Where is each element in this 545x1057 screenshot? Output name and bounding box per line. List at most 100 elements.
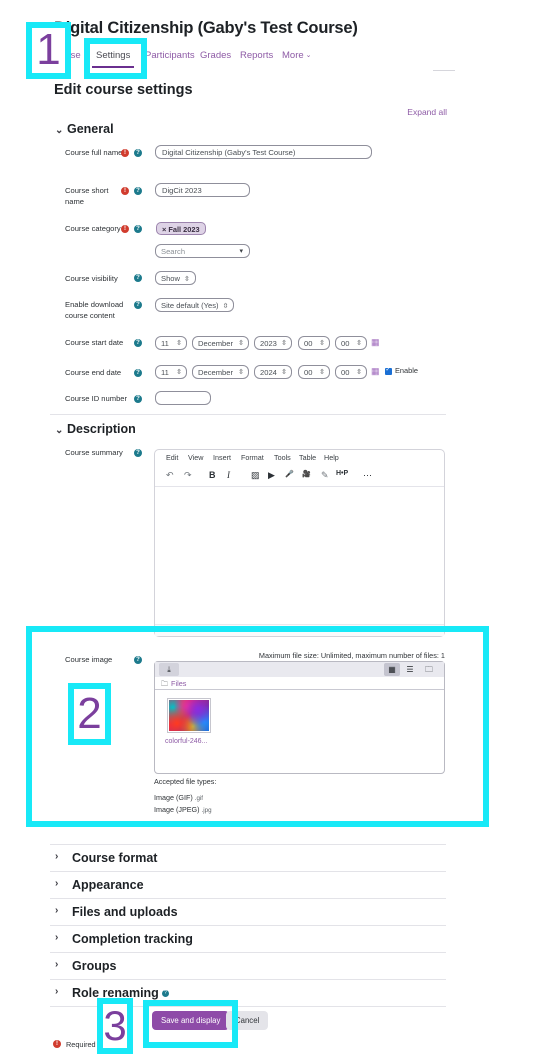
start-date-day-value: 11: [161, 339, 169, 348]
label-course-short-name: Course short name: [65, 186, 109, 206]
camera-icon[interactable]: 🎥: [302, 470, 311, 478]
help-icon[interactable]: ?: [134, 274, 142, 282]
help-icon[interactable]: ?: [134, 395, 142, 403]
section-appearance[interactable]: › Appearance: [50, 871, 446, 898]
end-date-enable-label: Enable: [395, 366, 419, 375]
course-category-search-placeholder: Search: [161, 247, 186, 256]
course-visibility-select[interactable]: Show ⇳: [155, 271, 196, 285]
editor-menu-help[interactable]: Help: [324, 453, 339, 462]
updown-arrows-icon: ⇳: [356, 369, 362, 376]
end-date-day-select[interactable]: 11 ⇳: [155, 365, 187, 379]
section-course-format[interactable]: › Course format: [50, 844, 446, 871]
updown-arrows-icon: ⇳: [281, 340, 287, 347]
updown-arrows-icon: ⇳: [176, 369, 182, 376]
course-category-search[interactable]: Search ▾: [155, 244, 250, 258]
help-icon[interactable]: ?: [134, 449, 142, 457]
tab-grades[interactable]: Grades: [200, 50, 231, 68]
help-icon[interactable]: ?: [134, 339, 142, 347]
section-groups[interactable]: › Groups: [50, 952, 446, 979]
help-icon[interactable]: ?: [161, 990, 169, 997]
end-date-day-value: 11: [161, 368, 169, 377]
section-groups-label: Groups: [72, 959, 117, 973]
chevron-right-icon: ›: [55, 851, 59, 862]
tab-more[interactable]: More ⌄: [282, 50, 312, 68]
tab-reports[interactable]: Reports: [240, 50, 273, 68]
course-id-number-input[interactable]: [155, 391, 211, 405]
annotation-2-number: 2: [77, 689, 102, 738]
end-date-month-value: December: [198, 368, 234, 377]
section-page-heading: Edit course settings: [54, 82, 193, 98]
editor-content-area[interactable]: [155, 488, 444, 624]
annotation-1-badge: 1: [26, 22, 71, 79]
video-embed-icon[interactable]: ▶: [268, 470, 275, 481]
end-date-hour-select[interactable]: 00 ⇳: [298, 365, 330, 379]
enable-download-value: Site default (Yes): [161, 301, 219, 310]
end-date-year-value: 2024: [260, 368, 277, 377]
editor-toolbar: ↶ ↷ B I ▨ ▶ 🎤 🎥 ✎ H•P ⋯: [155, 468, 444, 487]
course-short-name-input[interactable]: [155, 183, 250, 197]
chevron-right-icon: ›: [55, 959, 59, 970]
category-chip-fall-2023[interactable]: × Fall 2023: [156, 222, 206, 235]
microphone-icon[interactable]: 🎤: [285, 470, 294, 478]
end-date-enable-checkbox[interactable]: [385, 366, 392, 375]
annotation-1-highlight-settings-tab: [84, 38, 147, 79]
section-divider: [50, 414, 446, 415]
updown-arrows-icon: ⇳: [356, 340, 362, 347]
help-icon[interactable]: ?: [134, 187, 142, 195]
calendar-icon[interactable]: ▦: [371, 366, 380, 377]
italic-icon[interactable]: I: [227, 470, 230, 480]
calendar-icon[interactable]: ▦: [371, 337, 380, 348]
redo-icon[interactable]: ↷: [184, 470, 192, 481]
more-icon[interactable]: ⋯: [363, 470, 372, 481]
editor-menu-insert[interactable]: Insert: [213, 453, 231, 462]
start-date-day-select[interactable]: 11 ⇳: [155, 336, 187, 350]
expand-all-link[interactable]: Expand all: [407, 107, 447, 117]
undo-icon[interactable]: ↶: [166, 470, 174, 481]
updown-arrows-icon: ⇳: [319, 369, 325, 376]
end-date-month-select[interactable]: December ⇳: [192, 365, 249, 379]
course-full-name-input[interactable]: [155, 145, 372, 159]
label-course-visibility: Course visibility: [65, 274, 118, 283]
section-general-header[interactable]: ⌄ General: [55, 122, 114, 136]
course-summary-editor[interactable]: Edit View Insert Format Tools Table Help…: [154, 449, 445, 637]
section-completion-tracking-label: Completion tracking: [72, 932, 193, 946]
tab-reports-label: Reports: [240, 50, 274, 61]
start-date-month-select[interactable]: December ⇳: [192, 336, 249, 350]
annotation-3-badge: 3: [97, 998, 133, 1054]
section-files-and-uploads[interactable]: › Files and uploads: [50, 898, 446, 925]
editor-menu-tools[interactable]: Tools: [274, 453, 291, 462]
section-description-header[interactable]: ⌄ Description: [55, 422, 136, 436]
bold-icon[interactable]: B: [209, 470, 216, 480]
required-icon: !: [53, 1040, 61, 1048]
required-note: Required: [66, 1040, 96, 1049]
link-icon[interactable]: ✎: [321, 470, 329, 481]
annotation-1-number: 1: [36, 25, 61, 74]
end-date-year-select[interactable]: 2024 ⇳: [254, 365, 292, 379]
section-course-format-label: Course format: [72, 851, 158, 865]
help-icon[interactable]: ?: [134, 369, 142, 377]
image-icon[interactable]: ▨: [251, 470, 260, 481]
editor-menu-view[interactable]: View: [188, 453, 203, 462]
h5p-icon[interactable]: H•P: [336, 470, 348, 477]
start-date-year-select[interactable]: 2023 ⇳: [254, 336, 292, 350]
start-date-minute-select[interactable]: 00 ⇳: [335, 336, 367, 350]
section-completion-tracking[interactable]: › Completion tracking: [50, 925, 446, 952]
tab-participants[interactable]: Participants: [145, 50, 195, 68]
help-icon[interactable]: ?: [134, 301, 142, 309]
updown-arrows-icon: ⇳: [184, 276, 190, 283]
tab-more-label: More: [282, 50, 304, 61]
end-date-minute-select[interactable]: 00 ⇳: [335, 365, 367, 379]
start-date-hour-select[interactable]: 00 ⇳: [298, 336, 330, 350]
updown-arrows-icon: ⇳: [238, 369, 244, 376]
course-visibility-value: Show: [161, 274, 180, 283]
edit-course-settings-page: Digital Citizenship (Gaby's Test Course)…: [0, 0, 545, 1057]
label-course-end-date: Course end date: [65, 368, 122, 377]
enable-download-select[interactable]: Site default (Yes) ⇳: [155, 298, 235, 312]
annotation-3-number: 3: [103, 1002, 127, 1049]
help-icon[interactable]: ?: [134, 149, 142, 157]
editor-menu-table[interactable]: Table: [299, 453, 316, 462]
start-date-year-value: 2023: [260, 339, 277, 348]
editor-menu-edit[interactable]: Edit: [166, 453, 178, 462]
editor-menu-format[interactable]: Format: [241, 453, 264, 462]
help-icon[interactable]: ?: [134, 225, 142, 233]
